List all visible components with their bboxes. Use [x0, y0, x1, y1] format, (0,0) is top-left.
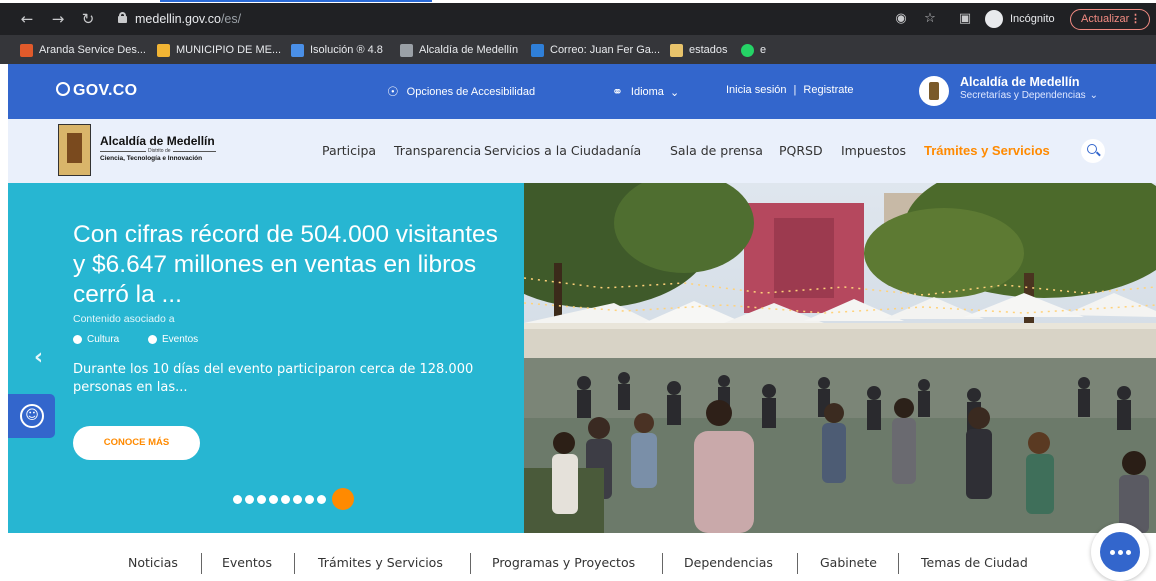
nav-tramites-servicios[interactable]: Trámites y Servicios — [318, 555, 443, 570]
update-button[interactable]: Actualizar ⋮ — [1070, 9, 1150, 30]
bookmark-favicon-icon — [670, 43, 683, 57]
bookmark-favicon-icon — [20, 43, 33, 57]
nav-separator — [898, 553, 899, 574]
hero-photo — [524, 183, 1156, 533]
medellin-crest-icon[interactable] — [58, 124, 91, 176]
login-register: Inicia sesión | Registrate — [726, 84, 854, 96]
eye-off-icon[interactable]: ◉ — [893, 11, 909, 27]
star-icon[interactable]: ☆ — [922, 11, 938, 27]
tag-eventos[interactable]: Eventos — [148, 334, 198, 345]
nav-separator — [201, 553, 202, 574]
menu-transparencia[interactable]: Transparencia — [394, 143, 481, 158]
menu-impuestos[interactable]: Impuestos — [841, 143, 906, 158]
bookmark-favicon-icon — [400, 43, 413, 57]
carousel-dot[interactable] — [269, 494, 278, 504]
govco-logo[interactable]: GOV.CO — [56, 82, 137, 100]
nav-programas-proyectos[interactable]: Programas y Proyectos — [492, 555, 635, 570]
incognito-icon[interactable] — [985, 10, 1003, 28]
login-separator: | — [793, 84, 797, 96]
nav-gabinete[interactable]: Gabinete — [820, 555, 877, 570]
tag-cultura[interactable]: Cultura — [73, 334, 119, 345]
reload-icon[interactable]: ↻ — [77, 9, 99, 29]
accessibility-person-icon: ☉ — [387, 84, 399, 99]
chevron-down-icon: ⌄ — [1089, 90, 1099, 101]
chat-bubble-icon — [1100, 532, 1140, 572]
org-subtitle-dropdown[interactable]: Secretarías y Dependencias ⌄ — [960, 90, 1098, 101]
hero-text-panel: ‹ Con cifras récord de 504.000 visitante… — [8, 183, 524, 533]
bookmark-favicon-icon — [291, 43, 304, 57]
address-url[interactable]: medellin.gov.co/es/ — [135, 12, 241, 26]
govco-bar: GOV.CO ☉ Opciones de Accesibilidad ⚭ Idiom… — [8, 64, 1156, 119]
bookmark-item[interactable]: estados — [670, 42, 728, 58]
nav-dependencias[interactable]: Dependencias — [684, 555, 773, 570]
bookmark-item[interactable]: Alcaldía de Medellín — [400, 42, 518, 58]
carousel-dot[interactable] — [317, 494, 326, 504]
menu-dots-icon: ⋮ — [1130, 13, 1141, 25]
lock-icon[interactable] — [118, 12, 127, 23]
carousel-dot-active[interactable] — [332, 488, 354, 510]
bookmark-item[interactable]: Aranda Service Des... — [20, 42, 146, 58]
chat-button[interactable] — [1091, 523, 1149, 581]
accessibility-icon: ☺ — [20, 404, 44, 428]
menu-pqrsd[interactable]: PQRSD — [779, 143, 823, 158]
bookmark-item[interactable]: Correo: Juan Fer Ga... — [531, 42, 660, 58]
nav-separator — [294, 553, 295, 574]
menu-tramites-servicios[interactable]: Trámites y Servicios — [924, 143, 1050, 158]
nav-separator — [662, 553, 663, 574]
site-name[interactable]: Alcaldía de Medellín — [100, 134, 215, 148]
globe-icon: ⚭ — [612, 84, 623, 99]
carousel-dot[interactable] — [245, 494, 254, 504]
radio-dot-icon — [73, 335, 82, 344]
bookmark-favicon-icon — [157, 43, 170, 57]
hero-title[interactable]: Con cifras récord de 504.000 visitantes … — [73, 220, 513, 310]
accessibility-options-link[interactable]: ☉ Opciones de Accesibilidad — [387, 84, 535, 100]
radio-dot-icon — [148, 335, 157, 344]
hero-associated-label: Contenido asociado a — [73, 313, 175, 325]
menu-sala-prensa[interactable]: Sala de prensa — [670, 143, 763, 158]
bookmark-item[interactable]: e — [741, 42, 766, 58]
accessibility-button[interactable]: ☺ — [8, 394, 55, 438]
login-link[interactable]: Inicia sesión — [726, 84, 787, 96]
alcaldia-emblem-icon[interactable] — [919, 76, 949, 106]
secondary-nav: Noticias Eventos Trámites y Servicios Pr… — [0, 540, 1156, 581]
top-link-underline — [160, 0, 432, 2]
carousel-dot[interactable] — [257, 494, 266, 504]
incognito-label: Incógnito — [1010, 13, 1055, 25]
nav-noticias[interactable]: Noticias — [128, 555, 178, 570]
bookmarks-bar: Aranda Service Des... MUNICIPIO DE ME...… — [0, 35, 1156, 64]
nav-separator — [797, 553, 798, 574]
hero-description: Durante los 10 días del evento participa… — [73, 362, 474, 395]
site-district: Distrito de — [146, 148, 173, 154]
nav-separator — [470, 553, 471, 574]
browser-toolbar: ← → ↻ medellin.gov.co/es/ ◉ ☆ ▣ Incógnit… — [0, 3, 1156, 35]
search-icon[interactable] — [1081, 139, 1105, 163]
carousel-pagination — [233, 488, 357, 510]
bookmark-item[interactable]: Isolución ® 4.8 — [291, 42, 383, 58]
carousel-dot[interactable] — [233, 494, 242, 504]
arrow-right-icon[interactable]: → — [47, 9, 69, 29]
govco-emblem-icon — [56, 82, 70, 96]
org-title[interactable]: Alcaldía de Medellín — [960, 75, 1079, 89]
register-link[interactable]: Registrate — [803, 84, 853, 96]
conoce-mas-button[interactable]: CONOCE MÁS — [73, 426, 200, 460]
hero-carousel: ‹ Con cifras récord de 504.000 visitante… — [8, 183, 1156, 533]
menu-participa[interactable]: Participa — [322, 143, 376, 158]
nav-temas-ciudad[interactable]: Temas de Ciudad — [921, 555, 1028, 570]
menu-servicios-ciudadania[interactable]: Servicios a la Ciudadanía — [484, 143, 641, 158]
chevron-left-icon[interactable]: ‹ — [34, 345, 43, 370]
arrow-left-icon[interactable]: ← — [16, 9, 38, 29]
chevron-down-icon: ⌄ — [669, 86, 680, 99]
nav-eventos[interactable]: Eventos — [222, 555, 272, 570]
bookmark-item[interactable]: MUNICIPIO DE ME... — [157, 42, 281, 58]
carousel-dot[interactable] — [305, 494, 314, 504]
site-header: Alcaldía de Medellín Distrito de Ciencia… — [8, 119, 1156, 183]
language-selector[interactable]: ⚭ Idioma ⌄ — [612, 84, 679, 100]
carousel-dot[interactable] — [293, 494, 302, 504]
carousel-dot[interactable] — [281, 494, 290, 504]
site-subtitle: Ciencia, Tecnología e Innovación — [100, 155, 203, 162]
book-fair-crowd-photo — [524, 183, 1156, 533]
side-panel-icon[interactable]: ▣ — [957, 11, 973, 27]
bookmark-favicon-icon — [531, 43, 544, 57]
bookmark-favicon-icon — [741, 43, 754, 57]
